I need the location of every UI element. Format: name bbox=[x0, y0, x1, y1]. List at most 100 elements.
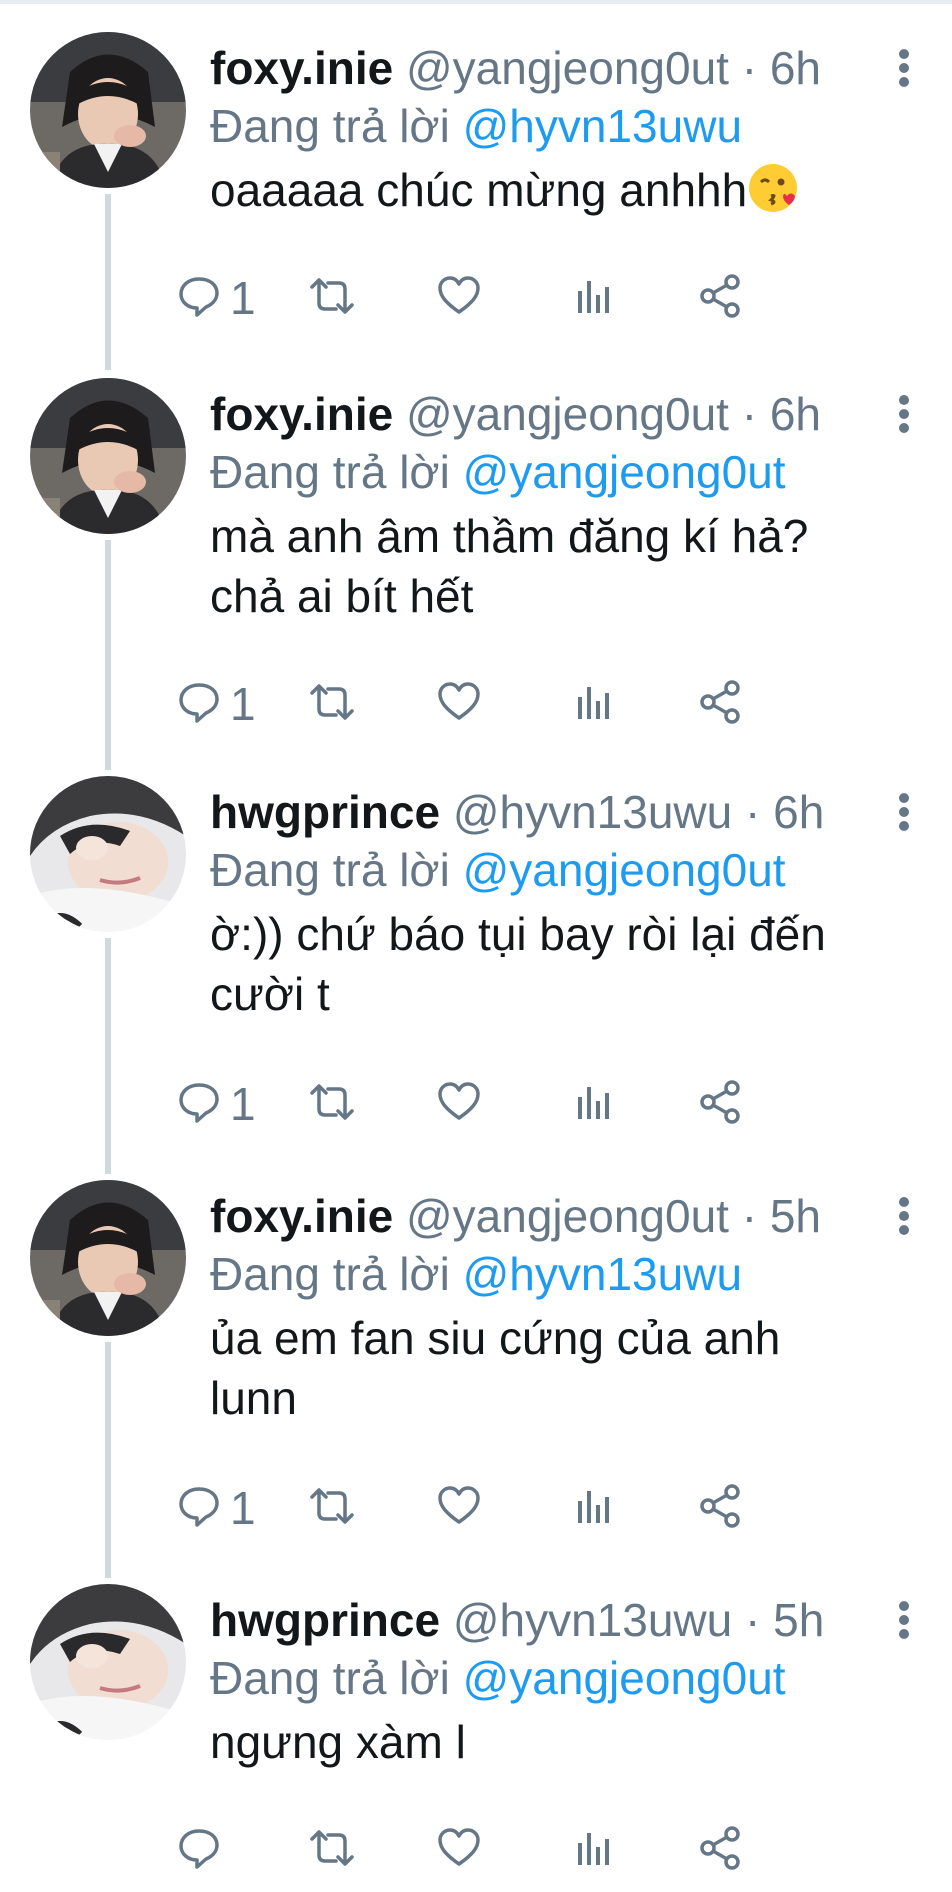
tweet-text: oaaaaa chúc mừng anhhh bbox=[210, 160, 870, 220]
reply-icon bbox=[176, 273, 222, 324]
retweet-button[interactable] bbox=[306, 1074, 358, 1134]
reply-button[interactable]: 1 bbox=[176, 268, 256, 328]
mention-link[interactable]: @yangjeong0ut bbox=[463, 1652, 786, 1704]
timestamp[interactable]: 5h bbox=[770, 1190, 821, 1242]
analytics-icon bbox=[570, 273, 616, 324]
analytics-button[interactable] bbox=[570, 674, 616, 734]
timestamp[interactable]: 6h bbox=[773, 786, 824, 838]
user-handle[interactable]: @yangjeong0ut bbox=[406, 388, 729, 440]
retweet-icon bbox=[306, 1079, 358, 1130]
heart-icon bbox=[436, 1825, 482, 1876]
user-handle[interactable]: @yangjeong0ut bbox=[406, 1190, 729, 1242]
mention-link[interactable]: @yangjeong0ut bbox=[463, 446, 786, 498]
reply-icon bbox=[176, 679, 222, 730]
replying-to: Đang trả lời @yangjeong0ut bbox=[210, 840, 910, 900]
share-icon bbox=[696, 272, 744, 325]
user-handle[interactable]: @yangjeong0ut bbox=[406, 42, 729, 94]
heart-icon bbox=[436, 273, 482, 324]
share-button[interactable] bbox=[696, 674, 744, 734]
reply-icon bbox=[176, 1483, 222, 1534]
display-name[interactable]: foxy.inie bbox=[210, 1190, 393, 1242]
separator-dot: · bbox=[741, 42, 758, 94]
replying-to-label: Đang trả lời bbox=[210, 1248, 450, 1300]
tweet-header: foxy.inie @yangjeong0ut · 5h bbox=[210, 1188, 910, 1244]
reply-button[interactable]: 1 bbox=[176, 1478, 256, 1538]
avatar[interactable] bbox=[30, 1180, 186, 1336]
analytics-button[interactable] bbox=[570, 268, 616, 328]
share-button[interactable] bbox=[696, 268, 744, 328]
timestamp[interactable]: 6h bbox=[770, 388, 821, 440]
retweet-icon bbox=[306, 679, 358, 730]
retweet-icon bbox=[306, 273, 358, 324]
timestamp[interactable]: 6h bbox=[770, 42, 821, 94]
like-button[interactable] bbox=[436, 1074, 482, 1134]
retweet-button[interactable] bbox=[306, 674, 358, 734]
mention-link[interactable]: @yangjeong0ut bbox=[463, 844, 786, 896]
analytics-icon bbox=[570, 679, 616, 730]
share-icon bbox=[696, 1824, 744, 1877]
user-handle[interactable]: @hyvn13uwu bbox=[453, 786, 732, 838]
like-button[interactable] bbox=[436, 268, 482, 328]
analytics-button[interactable] bbox=[570, 1478, 616, 1538]
tweet[interactable]: foxy.inie @yangjeong0ut · 5h Đang trả lờ… bbox=[0, 1148, 952, 1578]
tweet-header: hwgprince @hyvn13uwu · 6h bbox=[210, 784, 910, 840]
reply-count: 1 bbox=[230, 678, 256, 730]
display-name[interactable]: hwgprince bbox=[210, 1594, 440, 1646]
display-name[interactable]: foxy.inie bbox=[210, 388, 393, 440]
more-vertical-icon[interactable] bbox=[884, 1598, 924, 1642]
more-vertical-icon[interactable] bbox=[884, 790, 924, 834]
analytics-button[interactable] bbox=[570, 1820, 616, 1880]
avatar[interactable] bbox=[30, 378, 186, 534]
reply-button[interactable]: 1 bbox=[176, 674, 256, 734]
tweet-text: ngưng xàm l bbox=[210, 1716, 466, 1768]
more-vertical-icon[interactable] bbox=[884, 392, 924, 436]
reply-button[interactable]: 1 bbox=[176, 1074, 256, 1134]
tweet[interactable]: hwgprince @hyvn13uwu · 6h Đang trả lời @… bbox=[0, 744, 952, 1174]
like-button[interactable] bbox=[436, 1478, 482, 1538]
reply-count: 1 bbox=[230, 1482, 256, 1534]
tweet-text: ờ:)) chứ báo tụi bay ròi lại đến cười t bbox=[210, 908, 826, 1020]
more-vertical-icon[interactable] bbox=[884, 46, 924, 90]
replying-to-label: Đang trả lời bbox=[210, 844, 450, 896]
like-button[interactable] bbox=[436, 674, 482, 734]
retweet-button[interactable] bbox=[306, 1478, 358, 1538]
face-blowing-a-kiss-icon bbox=[747, 162, 799, 214]
replying-to: Đang trả lời @yangjeong0ut bbox=[210, 1648, 910, 1708]
share-icon bbox=[696, 1078, 744, 1131]
heart-icon bbox=[436, 1079, 482, 1130]
retweet-button[interactable] bbox=[306, 1820, 358, 1880]
retweet-button[interactable] bbox=[306, 268, 358, 328]
more-vertical-icon[interactable] bbox=[884, 1194, 924, 1238]
display-name[interactable]: foxy.inie bbox=[210, 42, 393, 94]
tweet[interactable]: foxy.inie @yangjeong0ut · 6h Đang trả lờ… bbox=[0, 344, 952, 770]
mention-link[interactable]: @hyvn13uwu bbox=[463, 100, 742, 152]
tweet-actions bbox=[179, 1820, 910, 1880]
replying-to: Đang trả lời @yangjeong0ut bbox=[210, 442, 910, 502]
mention-link[interactable]: @hyvn13uwu bbox=[463, 1248, 742, 1300]
share-button[interactable] bbox=[696, 1478, 744, 1538]
avatar[interactable] bbox=[30, 776, 186, 932]
avatar[interactable] bbox=[30, 1584, 186, 1740]
avatar[interactable] bbox=[30, 32, 186, 188]
analytics-icon bbox=[570, 1079, 616, 1130]
tweet-actions: 1 bbox=[179, 268, 910, 328]
share-button[interactable] bbox=[696, 1074, 744, 1134]
tweet-actions: 1 bbox=[179, 1478, 910, 1538]
display-name[interactable]: hwgprince bbox=[210, 786, 440, 838]
retweet-icon bbox=[306, 1825, 358, 1876]
tweet[interactable]: hwgprince @hyvn13uwu · 5h Đang trả lời @… bbox=[0, 1552, 952, 1892]
replying-to: Đang trả lời @hyvn13uwu bbox=[210, 96, 910, 156]
tweet-text: mà anh âm thầm đăng kí hả? chả ai bít hế… bbox=[210, 510, 809, 622]
tweet[interactable]: foxy.inie @yangjeong0ut · 6h Đang trả lờ… bbox=[0, 4, 952, 370]
user-handle[interactable]: @hyvn13uwu bbox=[453, 1594, 732, 1646]
tweet-header: foxy.inie @yangjeong0ut · 6h bbox=[210, 386, 910, 442]
share-icon bbox=[696, 1482, 744, 1535]
analytics-button[interactable] bbox=[570, 1074, 616, 1134]
heart-icon bbox=[436, 1483, 482, 1534]
share-button[interactable] bbox=[696, 1820, 744, 1880]
share-icon bbox=[696, 678, 744, 731]
reply-button[interactable] bbox=[176, 1820, 230, 1880]
timestamp[interactable]: 5h bbox=[773, 1594, 824, 1646]
reply-icon bbox=[176, 1079, 222, 1130]
like-button[interactable] bbox=[436, 1820, 482, 1880]
